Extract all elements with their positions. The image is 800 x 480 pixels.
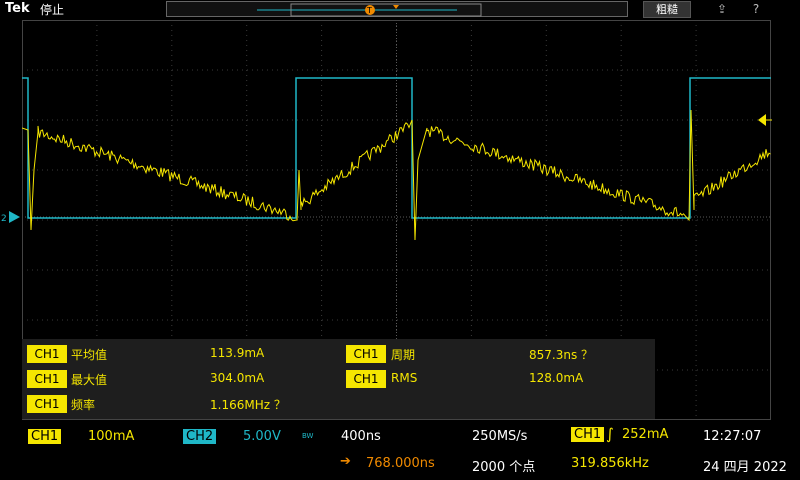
record-view-graphic: T <box>257 3 482 17</box>
delay-arrow-icon: ➔ <box>340 454 351 469</box>
sample-rate: 250MS/s <box>472 429 528 444</box>
meas-channel-chip: CH1 <box>346 370 386 388</box>
horizontal-delay[interactable]: 768.000ns <box>366 456 435 471</box>
meas-channel-chip: CH1 <box>346 345 386 363</box>
status-bar: CH1 100mA CH2 5.00V BW 400ns 250MS/s CH1… <box>0 421 800 480</box>
trigger-level-marker[interactable] <box>758 111 772 130</box>
meas-value-max: 304.0mA <box>210 371 265 385</box>
clock-time: 12:27:07 <box>703 429 762 444</box>
meas-value-mean: 113.9mA <box>210 346 265 360</box>
meas-value-period: 857.3ns ？ <box>529 348 594 362</box>
meas-channel-chip: CH1 <box>27 395 67 413</box>
ch2-scale[interactable]: 5.00V <box>243 429 281 444</box>
timebase[interactable]: 400ns <box>341 429 381 444</box>
brand-logo: Tek <box>5 1 30 16</box>
meas-label-period: 周期 <box>391 348 416 362</box>
ch1-scale[interactable]: 100mA <box>88 429 134 444</box>
date: 24 四月 2022 <box>703 460 787 475</box>
export-icon[interactable]: ⇪ <box>712 1 732 17</box>
meas-channel-chip: CH1 <box>27 345 67 363</box>
meas-value-frequency: 1.166MHz ？ <box>210 398 286 412</box>
trigger-level[interactable]: 252mA <box>622 427 668 442</box>
record-length[interactable]: 2000 个点 <box>472 456 535 475</box>
bandwidth-limit-icon: BW <box>302 432 314 440</box>
svg-text:2: 2 <box>1 214 7 224</box>
ch2-ground-marker[interactable]: 2 <box>0 209 22 228</box>
meas-value-rms: 128.0mA <box>529 371 584 385</box>
measurement-panel: CH1 平均值 113.9mA CH1 周期 857.3ns ？ CH1 最大值… <box>22 339 655 419</box>
acquisition-state[interactable]: 停止 <box>40 1 64 18</box>
help-icon[interactable]: ? <box>746 1 766 17</box>
svg-text:T: T <box>366 6 372 15</box>
trigger-frequency: 319.856kHz <box>571 456 649 471</box>
meas-label-max: 最大值 <box>71 373 108 387</box>
meas-label-rms: RMS <box>391 371 418 385</box>
top-bar: Tek 停止 T 粗糙 ⇪ ? <box>0 0 800 18</box>
record-view-bar[interactable]: T <box>166 1 628 17</box>
meas-channel-chip: CH1 <box>27 370 67 388</box>
ch1-badge[interactable]: CH1 <box>28 429 62 444</box>
rough-button[interactable]: 粗糙 <box>643 1 691 18</box>
meas-label-mean: 平均值 <box>71 348 108 362</box>
rising-edge-icon: ∫ <box>606 425 614 443</box>
meas-label-frequency: 频率 <box>71 398 96 412</box>
trigger-source-badge[interactable]: CH1 <box>571 427 605 442</box>
ch2-badge[interactable]: CH2 <box>183 429 217 444</box>
